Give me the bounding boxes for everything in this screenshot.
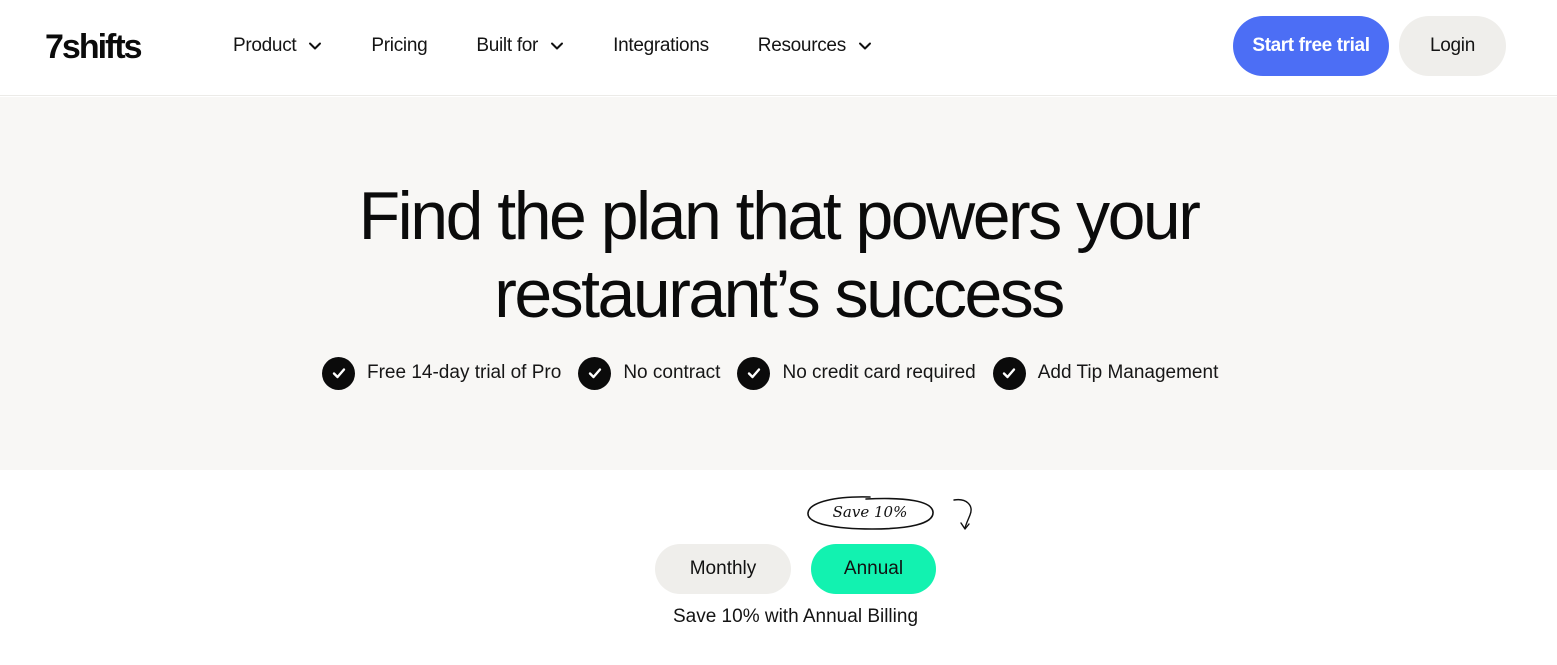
benefits-list: Free 14-day trial of Pro No contract No … [322, 356, 1235, 390]
nav-item-built-for[interactable]: Built for [476, 30, 564, 62]
benefit-item: Free 14-day trial of Pro [322, 356, 562, 390]
benefit-label: No contract [623, 362, 721, 383]
benefit-label: Free 14-day trial of Pro [367, 362, 562, 383]
check-circle-icon [992, 356, 1026, 390]
billing-caption: Save 10% with Annual Billing [672, 606, 919, 627]
nav-item-resources[interactable]: Resources [758, 30, 872, 62]
logo[interactable]: 7shifts [45, 28, 143, 66]
save-badge-text: Save 10% [832, 503, 908, 521]
chevron-down-icon [309, 42, 322, 50]
nav-item-label: Product [233, 35, 297, 56]
benefit-item: Add Tip Management [992, 356, 1219, 390]
title-line-2: restaurant’s success [494, 256, 1065, 332]
nav-item-label: Built for [476, 35, 539, 56]
benefit-label: No credit card required [782, 362, 976, 383]
curved-arrow-icon [953, 498, 972, 530]
check-circle-icon [578, 356, 612, 390]
nav-item-product[interactable]: Product [233, 30, 322, 62]
nav-item-label: Pricing [371, 35, 428, 56]
hero-section: Find the plan that powers your restauran… [0, 97, 1557, 470]
title-line-1: Find the plan that powers your [358, 178, 1201, 254]
nav-item-label: Resources [757, 35, 846, 56]
main-nav: Product Pricing Built for Integrations R… [233, 30, 921, 62]
page-title: Find the plan that powers your restauran… [0, 177, 1557, 333]
billing-toggle: Monthly Annual [655, 544, 936, 594]
benefit-item: No credit card required [737, 356, 976, 390]
benefit-item: No contract [578, 356, 721, 390]
start-free-trial-button[interactable]: Start free trial [1233, 16, 1389, 76]
chevron-down-icon [858, 42, 871, 50]
login-button[interactable]: Login [1399, 16, 1506, 76]
benefit-label: Add Tip Management [1037, 362, 1219, 383]
nav-item-integrations[interactable]: Integrations [613, 30, 709, 62]
save-badge: Save 10% [806, 494, 936, 532]
monthly-toggle-button[interactable]: Monthly [655, 544, 791, 594]
annual-toggle-button[interactable]: Annual [811, 544, 936, 594]
check-circle-icon [737, 356, 771, 390]
nav-item-pricing[interactable]: Pricing [371, 30, 427, 62]
chevron-down-icon [551, 42, 564, 50]
check-circle-icon [322, 356, 355, 390]
site-header: 7shifts Product Pricing Built for Integr… [0, 0, 1557, 96]
nav-item-label: Integrations [613, 35, 709, 56]
